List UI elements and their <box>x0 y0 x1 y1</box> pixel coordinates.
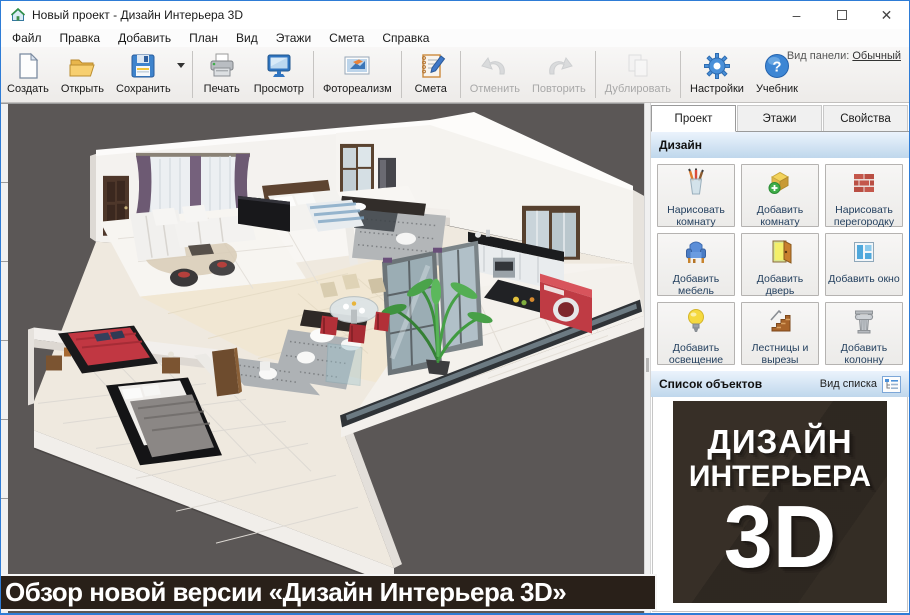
monitor-icon <box>264 49 294 83</box>
menu-help[interactable]: Справка <box>373 29 438 47</box>
undo-arrow-icon <box>480 49 510 83</box>
design-tool-grid: Нарисовать комнату Добавить комнату Нари… <box>651 158 909 371</box>
preview-button[interactable]: Просмотр <box>248 47 310 102</box>
open-door-icon <box>765 237 795 272</box>
add-room-button[interactable]: Добавить комнату <box>741 164 819 227</box>
toolbar-separator <box>313 51 314 98</box>
app-house-icon <box>10 7 26 23</box>
gear-icon <box>702 49 732 83</box>
stairs-cutouts-button[interactable]: Лестницы и вырезы <box>741 302 819 365</box>
printer-icon <box>207 49 237 83</box>
draw-partition-button[interactable]: Нарисовать перегородку <box>825 164 903 227</box>
redo-arrow-icon <box>544 49 574 83</box>
toolbar-separator <box>595 51 596 98</box>
toolbar-separator <box>401 51 402 98</box>
panel-view-value-link[interactable]: Обычный <box>852 50 901 62</box>
add-door-button[interactable]: Добавить дверь <box>741 233 819 296</box>
box-plus-icon <box>765 168 795 203</box>
video-caption-banner: Обзор новой версии «Дизайн Интерьера 3D» <box>1 574 657 611</box>
stairs-icon <box>765 306 795 341</box>
minimize-button[interactable]: – <box>774 1 819 29</box>
panel-view-switcher: Вид панели: Обычный <box>787 50 901 62</box>
objects-section-header: Список объектов Вид списка <box>651 371 909 397</box>
app-window: Новый проект - Дизайн Интерьера 3D – ✕ Ф… <box>0 0 910 615</box>
save-floppy-icon <box>128 49 158 83</box>
brick-wall-icon <box>849 168 879 203</box>
open-folder-icon <box>67 49 97 83</box>
tab-properties[interactable]: Свойства <box>823 105 908 131</box>
draw-room-button[interactable]: Нарисовать комнату <box>657 164 735 227</box>
add-window-button[interactable]: Добавить окно <box>825 233 903 296</box>
save-dropdown-arrow[interactable] <box>177 63 185 68</box>
object-list[interactable]: ДИЗАЙН ИНТЕРЬЕРА 3D <box>652 397 908 612</box>
pencil-cup-icon <box>681 168 711 203</box>
new-document-icon <box>13 49 43 83</box>
duplicate-pages-icon <box>623 49 653 83</box>
toolbar-separator <box>460 51 461 98</box>
menu-edit[interactable]: Правка <box>51 29 110 47</box>
photorealism-button[interactable]: Фотореализм <box>317 47 398 102</box>
main-area: Обзор новой версии «Дизайн Интерьера 3D»… <box>1 103 909 613</box>
menu-view[interactable]: Вид <box>227 29 267 47</box>
tab-project[interactable]: Проект <box>651 105 736 132</box>
light-bulb-icon <box>681 306 711 341</box>
photo-icon <box>342 49 372 83</box>
duplicate-button[interactable]: Дублировать <box>599 47 677 102</box>
window-title: Новый проект - Дизайн Интерьера 3D <box>32 8 774 22</box>
3d-viewport[interactable]: Обзор новой версии «Дизайн Интерьера 3D» <box>1 103 644 613</box>
add-column-button[interactable]: Добавить колонну <box>825 302 903 365</box>
maximize-button[interactable] <box>819 1 864 29</box>
redo-button[interactable]: Повторить <box>526 47 592 102</box>
vertical-ruler <box>1 104 8 613</box>
window-icon <box>849 237 879 272</box>
svg-text:?: ? <box>772 59 781 76</box>
right-panel: Проект Этажи Свойства Дизайн Нарисовать … <box>651 103 909 613</box>
open-project-button[interactable]: Открыть <box>55 47 110 102</box>
add-furniture-button[interactable]: Добавить мебель <box>657 233 735 296</box>
settings-button[interactable]: Настройки <box>684 47 750 102</box>
save-project-button[interactable]: Сохранить <box>110 47 177 102</box>
menu-file[interactable]: Файл <box>3 29 51 47</box>
estimate-button[interactable]: Смета <box>405 47 457 102</box>
menu-plan[interactable]: План <box>180 29 227 47</box>
column-icon <box>849 306 879 341</box>
menubar: Файл Правка Добавить План Вид Этажи Смет… <box>1 29 909 47</box>
undo-button[interactable]: Отменить <box>464 47 526 102</box>
scene-3d-render[interactable] <box>8 104 644 613</box>
view-list-label: Вид списка <box>820 378 877 390</box>
panel-tabs: Проект Этажи Свойства <box>651 103 909 132</box>
design-section-header: Дизайн <box>651 132 909 158</box>
new-project-button[interactable]: Создать <box>1 47 55 102</box>
notebook-pencil-icon <box>416 49 446 83</box>
close-button[interactable]: ✕ <box>864 1 909 29</box>
caption-text: Обзор новой версии «Дизайн Интерьера 3D» <box>1 577 566 608</box>
print-button[interactable]: Печать <box>196 47 248 102</box>
menu-add[interactable]: Добавить <box>109 29 180 47</box>
menu-estimate[interactable]: Смета <box>320 29 373 47</box>
toolbar-separator <box>680 51 681 98</box>
add-lighting-button[interactable]: Добавить освещение <box>657 302 735 365</box>
armchair-icon <box>681 237 711 272</box>
view-list-button[interactable] <box>882 376 901 393</box>
panel-view-label: Вид панели: <box>787 50 849 62</box>
program-logo: ДИЗАЙН ИНТЕРЬЕРА 3D <box>673 401 887 603</box>
tab-floors[interactable]: Этажи <box>737 105 822 131</box>
menu-floors[interactable]: Этажи <box>267 29 320 47</box>
panel-splitter[interactable] <box>644 103 651 613</box>
titlebar: Новый проект - Дизайн Интерьера 3D – ✕ <box>1 1 909 29</box>
toolbar-separator <box>192 51 193 98</box>
toolbar: Создать Открыть Сохранить Печать Просмот… <box>1 47 909 103</box>
